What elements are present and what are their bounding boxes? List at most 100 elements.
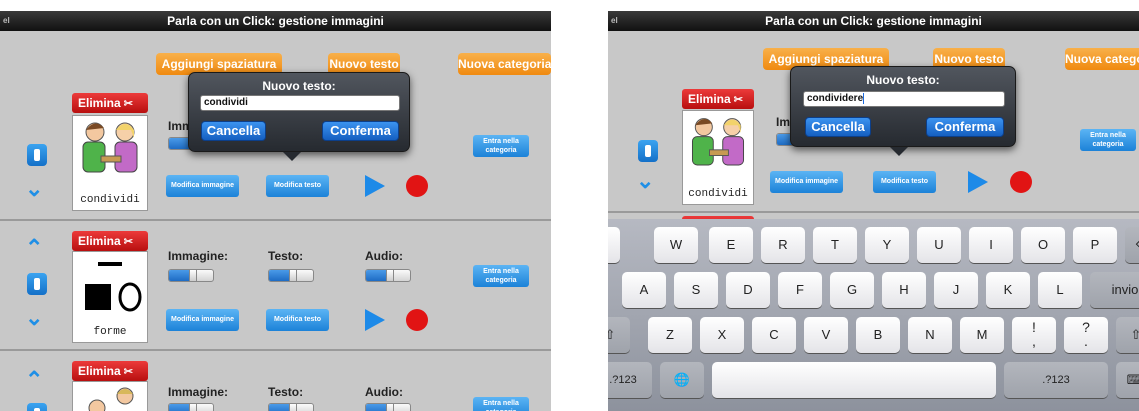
audio-toggle[interactable] — [365, 269, 411, 282]
edit-image-button[interactable]: Modifica immagine — [166, 175, 239, 197]
key-e[interactable]: E — [709, 227, 753, 263]
popover-arrow — [283, 152, 301, 161]
new-text-popover: Nuovo testo: condividi Cancella Conferma — [188, 72, 410, 161]
text-section-label: Testo: — [268, 385, 304, 399]
chevron-up-icon[interactable]: ⌃ — [25, 237, 43, 259]
image-toggle[interactable] — [168, 403, 214, 411]
confirm-button[interactable]: Conferma — [926, 117, 1004, 137]
delete-button[interactable]: Elimina ✂ — [72, 93, 148, 113]
key-b[interactable]: B — [856, 317, 900, 353]
record-icon[interactable] — [406, 309, 428, 331]
play-icon[interactable] — [365, 309, 385, 331]
chevron-down-icon[interactable]: ⌄ — [25, 178, 43, 200]
key-p[interactable]: P — [1073, 227, 1117, 263]
chevron-down-icon[interactable]: ⌄ — [25, 307, 43, 329]
keyboard-hide-icon[interactable]: ⌨ — [1116, 362, 1139, 398]
key-z[interactable]: Z — [648, 317, 692, 353]
shift-key-right[interactable]: ⇧ — [1116, 317, 1139, 353]
enter-category-line1: Entra nella — [483, 268, 519, 275]
cancel-button[interactable]: Cancella — [201, 121, 266, 141]
record-icon[interactable] — [1010, 171, 1032, 193]
key-o[interactable]: O — [1021, 227, 1065, 263]
phone-icon[interactable] — [27, 273, 47, 295]
key-exclaim-comma[interactable]: ! , — [1012, 317, 1056, 353]
image-row: ⌃ Elimina ✂ Immagine: Testo: Audio: Entra… — [0, 351, 551, 411]
edit-text-button[interactable]: Modifica testo — [873, 171, 936, 193]
key-l[interactable]: L — [1038, 272, 1082, 308]
new-category-button[interactable]: Nuova categoria — [458, 53, 551, 75]
audio-toggle[interactable] — [365, 403, 411, 411]
delete-label: Elimina — [78, 96, 121, 110]
key-y[interactable]: Y — [865, 227, 909, 263]
edit-text-button[interactable]: Modifica testo — [266, 309, 329, 331]
key-t[interactable]: T — [813, 227, 857, 263]
numbers-key-right[interactable]: .?123 — [1004, 362, 1108, 398]
cancel-button[interactable]: Cancella — [805, 117, 871, 137]
backspace-key[interactable]: ⌫ — [1125, 227, 1139, 263]
enter-category-button[interactable]: Entra nella categoria — [473, 265, 529, 287]
key-x[interactable]: X — [700, 317, 744, 353]
key-r[interactable]: R — [761, 227, 805, 263]
confirm-button[interactable]: Conferma — [322, 121, 399, 141]
chevron-up-icon[interactable]: ⌃ — [25, 369, 43, 391]
edit-image-button[interactable]: Modifica immagine — [166, 309, 239, 331]
shift-key-left[interactable]: ⇧ — [608, 317, 630, 353]
text-caret — [863, 92, 865, 104]
toggle-on — [169, 404, 191, 411]
toggle-on — [169, 270, 191, 281]
return-key[interactable]: invio — [1090, 272, 1139, 308]
enter-category-button[interactable]: Entra nella categoria — [473, 135, 529, 157]
image-row: ⌃ ⌄ Elimina ✂ forme Immagine: Testo: Audi… — [0, 221, 551, 347]
phone-icon[interactable] — [27, 403, 47, 411]
new-category-button[interactable]: Nuova catego — [1065, 48, 1139, 70]
shapes-illustration — [85, 262, 142, 312]
chevron-down-icon[interactable]: ⌄ — [636, 170, 654, 192]
new-text-input[interactable]: condividi — [200, 95, 400, 111]
edit-text-button[interactable]: Modifica testo — [266, 175, 329, 197]
image-section-label: Immagine: — [168, 385, 229, 399]
title-bar-back[interactable]: el — [611, 11, 618, 31]
key-question-period[interactable]: ? . — [1064, 317, 1108, 353]
key-j[interactable]: J — [934, 272, 978, 308]
globe-icon[interactable]: 🌐 — [660, 362, 704, 398]
key-c[interactable]: C — [752, 317, 796, 353]
enter-category-line1: Entra nella — [483, 138, 519, 145]
toggle-knob — [189, 404, 197, 411]
text-toggle[interactable] — [268, 403, 314, 411]
key-h[interactable]: H — [882, 272, 926, 308]
enter-category-line2: categoria — [1092, 141, 1124, 148]
play-icon[interactable] — [365, 175, 385, 197]
key-d[interactable]: D — [726, 272, 770, 308]
key-a[interactable]: A — [622, 272, 666, 308]
key-q[interactable]: Q — [608, 227, 620, 263]
phone-icon[interactable] — [638, 140, 658, 162]
play-icon[interactable] — [968, 171, 988, 193]
app-title: Parla con un Click: gestione immagini — [765, 14, 982, 28]
key-k[interactable]: K — [986, 272, 1030, 308]
key-s[interactable]: S — [674, 272, 718, 308]
key-g[interactable]: G — [830, 272, 874, 308]
numbers-key-left[interactable]: .?123 — [608, 362, 652, 398]
key-v[interactable]: V — [804, 317, 848, 353]
title-bar-back[interactable]: el — [3, 11, 10, 31]
key-m[interactable]: M — [960, 317, 1004, 353]
delete-button[interactable]: Elimina ✂ — [72, 361, 148, 381]
key-f[interactable]: F — [778, 272, 822, 308]
enter-category-button[interactable]: Entra nella categoria — [473, 397, 529, 411]
image-toggle[interactable] — [168, 269, 214, 282]
new-text-input[interactable]: condividere — [803, 91, 1005, 107]
image-card: forme — [72, 251, 148, 343]
record-icon[interactable] — [406, 175, 428, 197]
edit-image-button[interactable]: Modifica immagine — [770, 171, 843, 193]
key-w[interactable]: W — [654, 227, 698, 263]
space-key[interactable] — [712, 362, 996, 398]
enter-category-button[interactable]: Entra nella categoria — [1080, 129, 1136, 151]
phone-icon[interactable] — [27, 144, 47, 166]
key-i[interactable]: I — [969, 227, 1013, 263]
key-n[interactable]: N — [908, 317, 952, 353]
on-screen-keyboard: Q W E R T Y U I O P ⌫ A S D F G H J K L … — [608, 219, 1139, 411]
text-toggle[interactable] — [268, 269, 314, 282]
delete-button[interactable]: Elimina ✂ — [72, 231, 148, 251]
key-u[interactable]: U — [917, 227, 961, 263]
delete-button[interactable]: Elimina ✂ — [682, 89, 754, 109]
